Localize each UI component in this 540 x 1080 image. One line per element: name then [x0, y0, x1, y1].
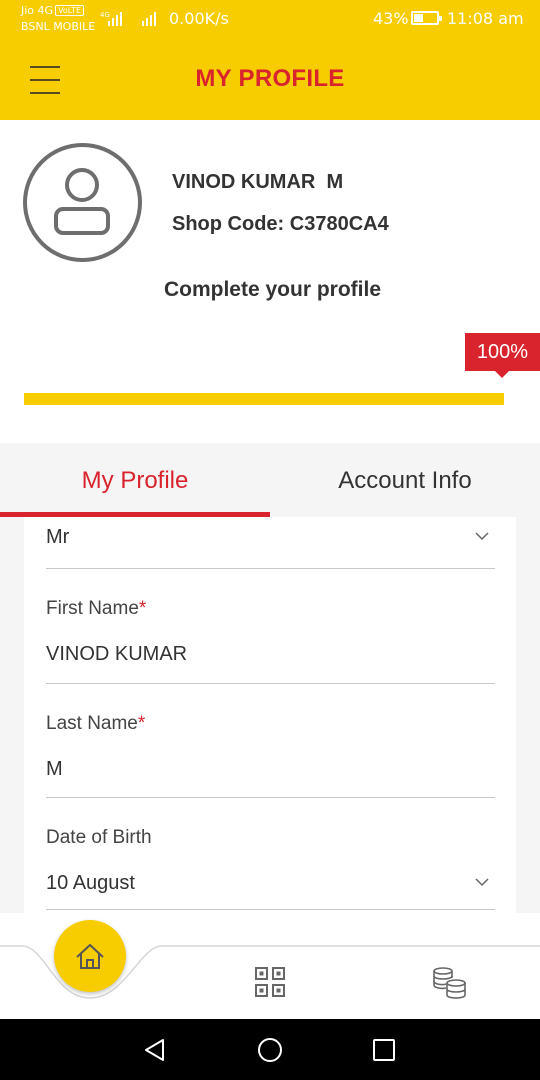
carrier-2-label: BSNL MOBILE — [21, 20, 96, 33]
carrier-1-label: Jio 4G — [21, 4, 54, 17]
field-underline — [46, 797, 495, 798]
field-underline — [46, 568, 495, 569]
chevron-down-icon[interactable] — [475, 529, 489, 543]
home-icon — [76, 943, 104, 969]
recents-square-icon[interactable] — [369, 1035, 399, 1065]
system-navigation-bar — [0, 1019, 540, 1080]
dob-select[interactable]: 10 August — [46, 872, 135, 895]
net-type-label: 4G — [100, 11, 110, 19]
first-name-label: First Name* — [46, 598, 147, 619]
last-name-label: Last Name* — [46, 713, 146, 734]
signal-strength-icon: 4G — [100, 11, 122, 26]
qr-code-icon[interactable] — [254, 966, 286, 998]
app-header: MY PROFILE — [0, 40, 540, 120]
required-mark: * — [138, 598, 147, 619]
profile-progress-bar — [24, 393, 504, 405]
profile-form: Mr First Name* VINOD KUMAR Last Name* M … — [24, 517, 516, 913]
user-name: VINOD KUMAR M — [172, 171, 344, 193]
dob-label: Date of Birth — [46, 827, 152, 848]
battery-percent: 43% — [373, 9, 409, 28]
tab-account-info[interactable]: Account Info — [270, 443, 540, 517]
back-triangle-icon[interactable] — [140, 1035, 170, 1065]
chevron-down-icon[interactable] — [475, 875, 489, 889]
signal-strength-2-icon — [142, 12, 156, 26]
shop-code: Shop Code: C3780CA4 — [172, 213, 389, 235]
volte-badge: VoLTE — [55, 5, 85, 16]
coins-icon[interactable] — [432, 966, 468, 1000]
field-underline — [46, 909, 495, 910]
first-name-field[interactable]: VINOD KUMAR — [46, 643, 187, 666]
home-button[interactable] — [54, 920, 126, 992]
required-mark: * — [137, 713, 146, 734]
battery-icon — [411, 11, 442, 25]
user-avatar-icon[interactable] — [23, 143, 142, 262]
title-select[interactable]: Mr — [46, 526, 69, 549]
page-title: MY PROFILE — [195, 65, 345, 92]
complete-profile-title: Complete your profile — [163, 278, 382, 301]
tab-my-profile[interactable]: My Profile — [0, 443, 270, 517]
user-silhouette-icon — [54, 168, 110, 235]
battery-fill — [414, 14, 424, 22]
profile-progress-fill — [24, 393, 504, 405]
clock: 11:08 am — [447, 9, 524, 28]
progress-badge: 100% — [465, 333, 540, 378]
last-name-field[interactable]: M — [46, 758, 63, 781]
field-underline — [46, 683, 495, 684]
data-speed: 0.00K/s — [169, 9, 229, 28]
status-bar: Jio 4G VoLTE BSNL MOBILE 4G 0.00K/s 43% 1… — [0, 0, 540, 40]
home-circle-icon[interactable] — [255, 1035, 285, 1065]
